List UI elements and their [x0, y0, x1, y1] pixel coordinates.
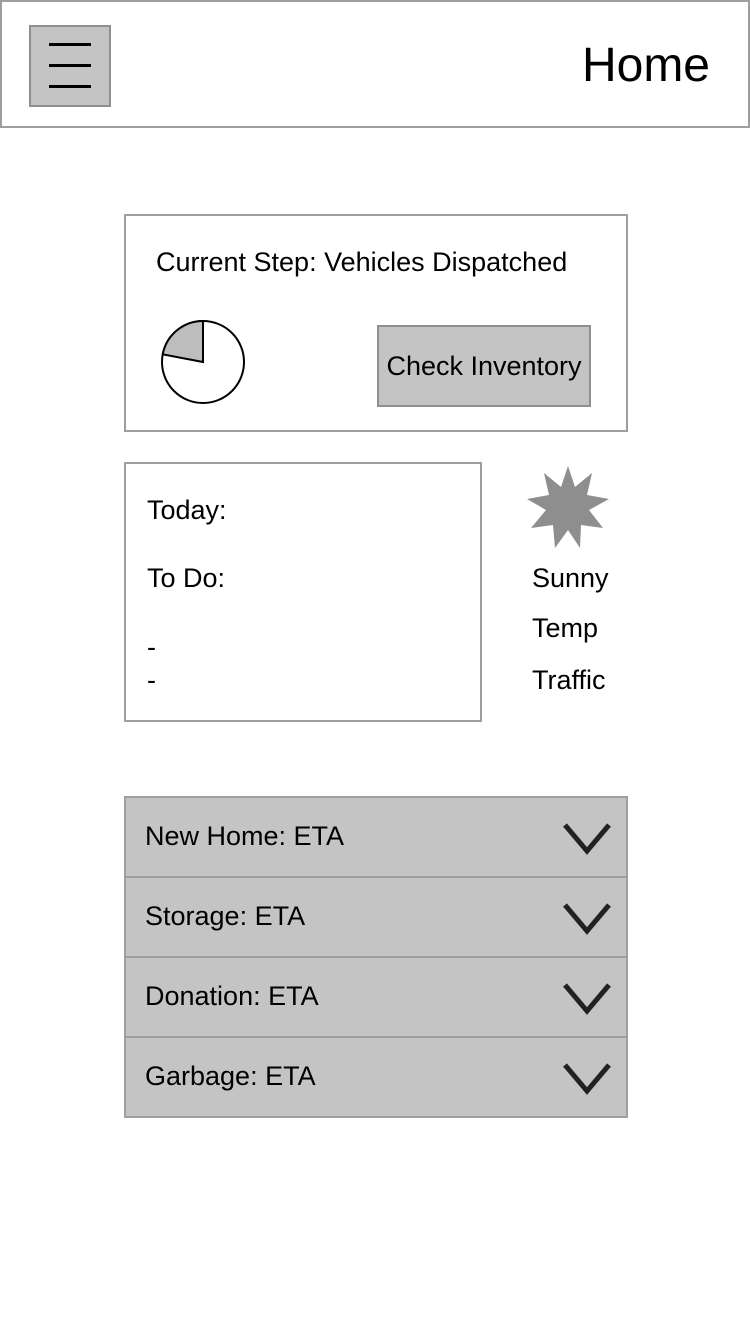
page-title: Home	[581, 39, 710, 92]
sun-icon	[527, 466, 609, 548]
hamburger-menu-icon-bar	[49, 85, 91, 88]
check-inventory-button[interactable]: Check Inventory	[377, 325, 591, 407]
hamburger-menu-button[interactable]	[29, 25, 111, 107]
current-step-card: Current Step: Vehicles Dispatched Check …	[124, 214, 628, 432]
hamburger-menu-icon-bar	[49, 64, 91, 67]
eta-label: Garbage: ETA	[145, 1061, 316, 1091]
todo-card: Today: To Do: - -	[124, 462, 482, 722]
progress-pie-slice	[161, 319, 204, 364]
chevron-down-icon[interactable]	[562, 902, 612, 936]
hamburger-menu-icon	[49, 43, 91, 46]
current-step-label: Current Step: Vehicles Dispatched	[156, 247, 568, 277]
eta-list: New Home: ETA Storage: ETA Donation: ETA…	[124, 796, 628, 1118]
eta-label: Storage: ETA	[145, 901, 306, 931]
eta-label: Donation: ETA	[145, 981, 319, 1011]
eta-row-garbage[interactable]: Garbage: ETA	[126, 1038, 626, 1118]
todo-item: -	[147, 632, 156, 662]
app-header: Home	[0, 0, 750, 128]
chevron-down-icon[interactable]	[562, 982, 612, 1016]
eta-row-donation[interactable]: Donation: ETA	[126, 958, 626, 1038]
weather-traffic-label: Traffic	[532, 665, 606, 695]
todo-item: -	[147, 665, 156, 695]
eta-row-storage[interactable]: Storage: ETA	[126, 878, 626, 958]
today-label: Today:	[147, 495, 227, 525]
progress-pie-icon	[161, 319, 245, 404]
chevron-down-icon[interactable]	[562, 1062, 612, 1096]
eta-label: New Home: ETA	[145, 821, 345, 851]
weather-temp-label: Temp	[532, 613, 599, 643]
todo-label: To Do:	[147, 563, 226, 593]
eta-row-new-home[interactable]: New Home: ETA	[126, 798, 626, 878]
weather-condition: Sunny	[532, 563, 609, 593]
chevron-down-icon[interactable]	[562, 822, 612, 856]
